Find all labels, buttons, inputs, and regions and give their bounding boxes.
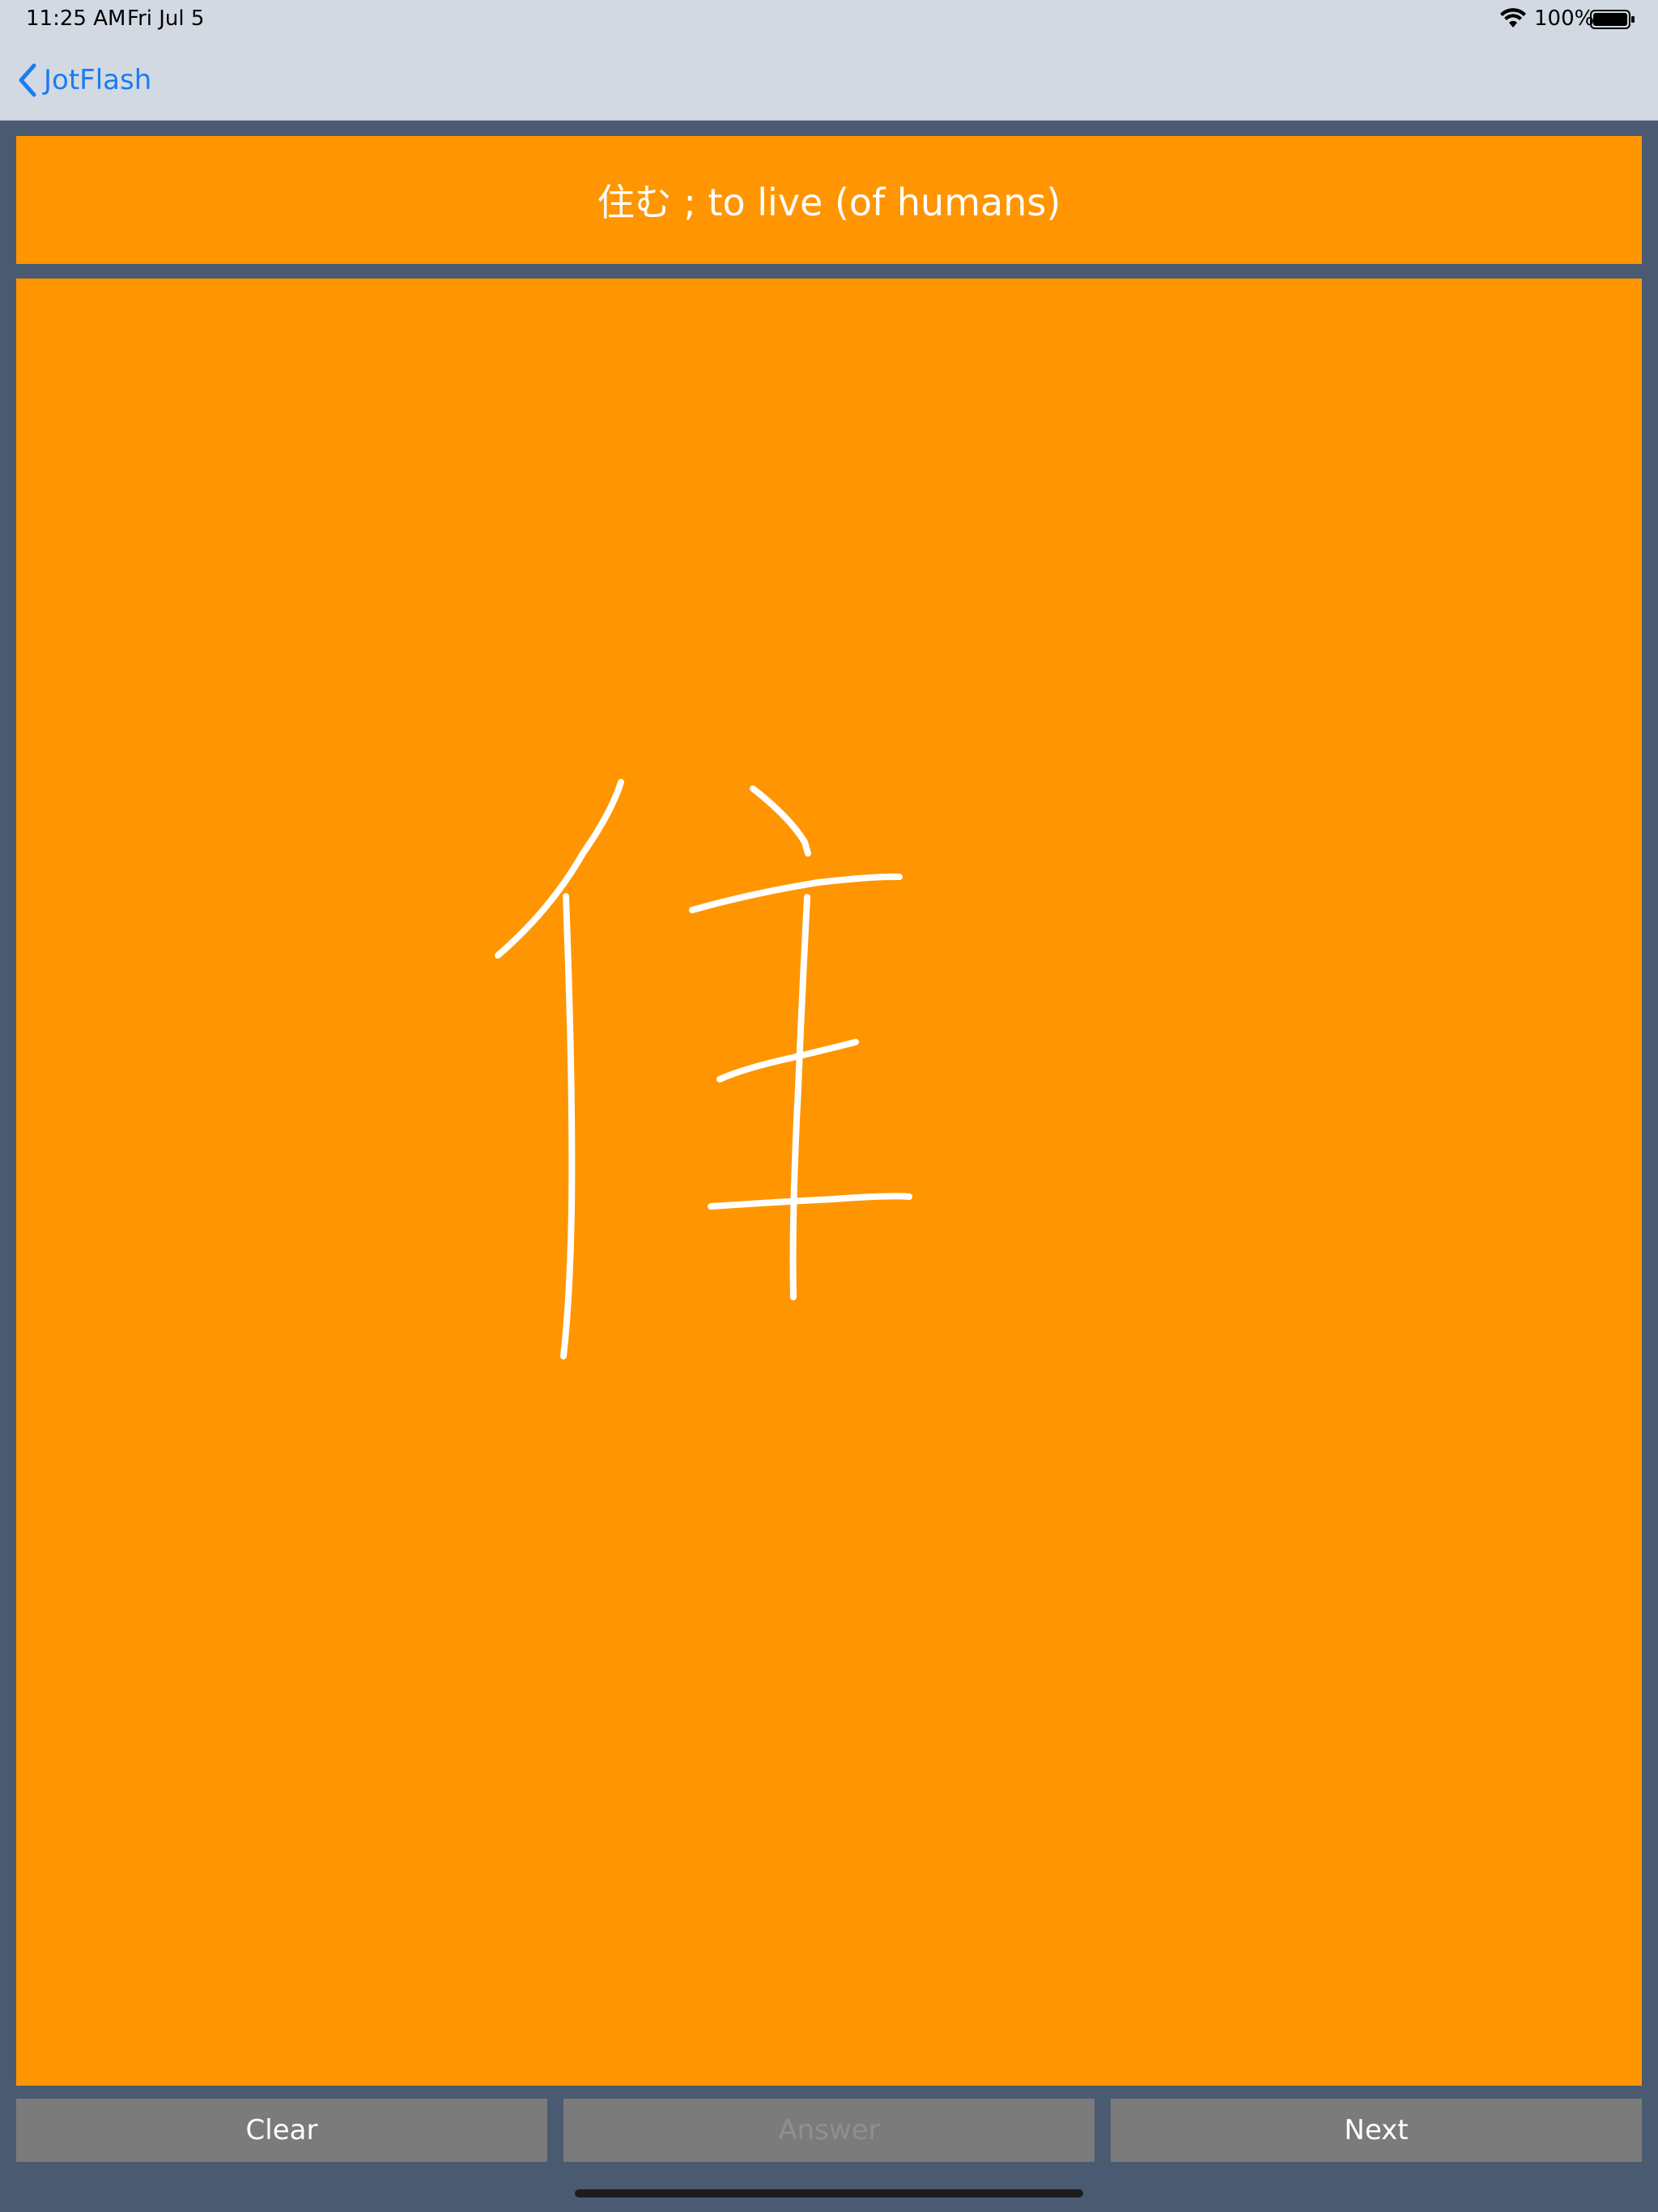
back-button[interactable]: JotFlash (16, 60, 151, 100)
navigation-bar: JotFlash (0, 39, 1658, 121)
stroke-1 (495, 779, 624, 959)
battery-icon (1590, 10, 1635, 29)
status-bar: 11:25 AM Fri Jul 5 100% (0, 0, 1658, 39)
home-indicator[interactable] (575, 2189, 1083, 2197)
answer-button[interactable]: Answer (563, 2099, 1095, 2162)
status-date: Fri Jul 5 (127, 6, 205, 31)
back-button-label: JotFlash (44, 64, 152, 96)
wifi-icon (1500, 8, 1526, 28)
stroke-5 (789, 894, 810, 1300)
battery-percent: 100% (1534, 6, 1595, 31)
chevron-left-icon (19, 63, 36, 97)
status-time: 11:25 AM (26, 6, 126, 31)
stroke-4 (689, 873, 903, 913)
next-button[interactable]: Next (1111, 2099, 1642, 2162)
clear-button[interactable]: Clear (16, 2099, 547, 2162)
handwritten-strokes (495, 779, 912, 1359)
drawing-canvas[interactable] (16, 279, 1642, 2086)
stroke-2 (560, 893, 576, 1359)
stroke-7 (708, 1193, 912, 1210)
stroke-6 (716, 1039, 859, 1083)
prompt-text: 住む ; to live (of humans) (597, 181, 1061, 224)
stroke-3 (750, 785, 811, 857)
flashcard-prompt: 住む ; to live (of humans) (16, 136, 1642, 264)
